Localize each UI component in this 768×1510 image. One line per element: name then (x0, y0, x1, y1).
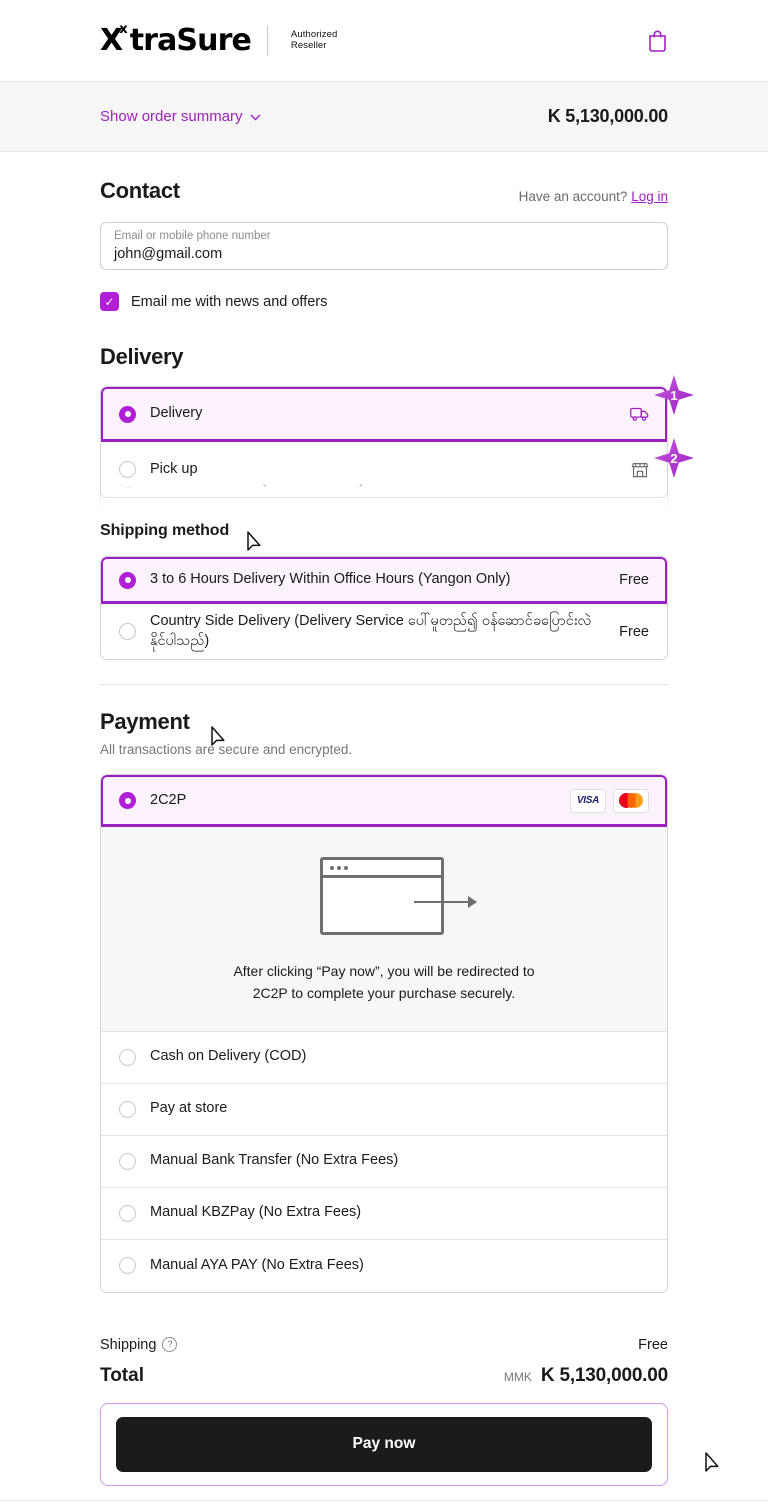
shipping-total-row: Shipping ? Free (100, 1337, 668, 1353)
payment-option-pay-at-store[interactable]: Pay at store (101, 1083, 667, 1136)
payment-option-pay-at-store-label: Pay at store (150, 1100, 228, 1117)
grand-total-label: Total (100, 1364, 144, 1386)
delivery-title: Delivery (100, 344, 184, 369)
shipping-method-title: Shipping method (100, 522, 230, 539)
check-icon: ✓ (104, 294, 115, 309)
card-brand-list: VISA (570, 788, 649, 813)
checkout-page: Xx traSure Authorized Reseller Show order… (0, 0, 768, 1510)
arrow-right-icon (414, 896, 477, 909)
brand-superscript: x (119, 21, 127, 37)
section-divider (100, 684, 668, 686)
order-summary-bar: Show order summary K 5,130,000.00 (0, 82, 768, 152)
site-header: Xx traSure Authorized Reseller (0, 0, 768, 82)
shipping-options-group: 3 to 6 Hours Delivery Within Office Hour… (100, 556, 668, 661)
radio-payment-bank-transfer[interactable] (119, 1152, 136, 1170)
payment-option-kbzpay-label: Manual KBZPay (No Extra Fees) (150, 1204, 362, 1221)
payment-option-bank-transfer[interactable]: Manual Bank Transfer (No Extra Fees) (101, 1135, 667, 1188)
bottom-divider (0, 1500, 768, 1501)
radio-payment-cod[interactable] (119, 1048, 136, 1066)
browser-redirect-illustration (320, 857, 477, 936)
redirect-info-panel: After clicking “Pay now”, you will be re… (101, 827, 667, 1032)
checkout-main: Contact Have an account? Log in Email or… (0, 178, 768, 1486)
radio-shipping-countryside[interactable] (119, 623, 136, 641)
chevron-down-icon (250, 112, 261, 124)
payment-option-2c2p-label: 2C2P (150, 791, 187, 808)
storefront-icon (631, 462, 649, 478)
contact-title: Contact (100, 178, 180, 203)
delivery-option-delivery[interactable]: Delivery (101, 387, 667, 442)
radio-shipping-express[interactable] (119, 571, 136, 589)
account-prompt-text: Have an account? (518, 189, 628, 204)
authorized-line-1: Authorized (290, 28, 338, 40)
show-order-summary-label: Show order summary (100, 108, 243, 125)
apple-authorized-reseller: Authorized Reseller (284, 28, 338, 52)
pay-now-button[interactable]: Pay now (116, 1416, 652, 1472)
order-totals: Shipping ? Free Total MMK K 5,130,000.00 (100, 1337, 668, 1387)
account-prompt: Have an account? Log in (519, 189, 668, 204)
shipping-option-express-label: 3 to 6 Hours Delivery Within Office Hour… (150, 571, 511, 588)
shipping-method-section: Shipping method 3 to 6 Hours Delivery Wi… (100, 512, 668, 661)
annotation-badge-1-number: 1 (670, 387, 678, 403)
newsletter-checkbox-row[interactable]: ✓ Email me with news and offers (100, 292, 668, 311)
help-icon[interactable]: ? (162, 1337, 178, 1352)
payment-option-cod[interactable]: Cash on Delivery (COD) (101, 1031, 667, 1084)
payment-option-2c2p[interactable]: 2C2P VISA (101, 775, 667, 828)
show-order-summary-toggle[interactable]: Show order summary (100, 108, 261, 125)
payment-option-ayapay[interactable]: Manual AYA PAY (No Extra Fees) (101, 1239, 667, 1292)
radio-payment-pay-at-store[interactable] (119, 1100, 136, 1118)
mastercard-icon (613, 788, 649, 813)
payment-option-ayapay-label: Manual AYA PAY (No Extra Fees) (150, 1256, 364, 1273)
annotation-badge-2-number: 2 (670, 450, 678, 466)
email-field-label: Email or mobile phone number (114, 230, 271, 242)
redirect-line-1: After clicking “Pay now”, you will be re… (233, 963, 535, 980)
brand-rest: traSure (129, 22, 252, 58)
shipping-option-countryside-price: Free (619, 623, 649, 640)
brand-logo[interactable]: Xx traSure Authorized Reseller (100, 21, 338, 58)
radio-payment-kbzpay[interactable] (119, 1204, 136, 1222)
email-field[interactable]: Email or mobile phone number john@gmail.… (100, 222, 668, 270)
truck-icon (630, 407, 649, 422)
email-field-value: john@gmail.com (114, 245, 223, 262)
shipping-total-value: Free (638, 1336, 668, 1353)
grand-total-row: Total MMK K 5,130,000.00 (100, 1365, 668, 1387)
delivery-options-group: Delivery Pick up (100, 386, 668, 498)
radio-pickup[interactable] (119, 461, 136, 478)
redirect-text: After clicking “Pay now”, you will be re… (125, 961, 643, 1004)
pay-now-highlight-box: Pay now (100, 1402, 668, 1486)
contact-header: Contact Have an account? Log in (100, 178, 668, 204)
shipping-option-countryside-label: Country Side Delivery (Delivery Service … (150, 613, 592, 649)
shipping-option-countryside[interactable]: Country Side Delivery (Delivery Service … (101, 604, 667, 660)
shipping-total-label: Shipping (100, 1336, 157, 1353)
radio-payment-ayapay[interactable] (119, 1257, 136, 1274)
order-summary-total: K 5,130,000.00 (547, 106, 669, 126)
brand-divider (266, 25, 268, 56)
shipping-option-express[interactable]: 3 to 6 Hours Delivery Within Office Hour… (101, 557, 667, 604)
newsletter-checkbox[interactable]: ✓ (100, 292, 119, 311)
payment-options-group: 2C2P VISA After clicking “Pay now”, you … (100, 774, 668, 1293)
grand-total-value: K 5,130,000.00 (540, 1364, 668, 1386)
visa-icon: VISA (570, 788, 606, 813)
authorized-line-2: Reseller (290, 39, 327, 51)
payment-title: Payment (100, 709, 190, 735)
radio-delivery[interactable] (119, 405, 136, 423)
delivery-option-pickup-label: Pick up (150, 460, 198, 477)
delivery-option-delivery-label: Delivery (150, 405, 203, 422)
shopping-bag-icon[interactable] (647, 29, 668, 52)
delivery-option-pickup[interactable]: Pick up (101, 442, 667, 497)
payment-option-kbzpay[interactable]: Manual KBZPay (No Extra Fees) (101, 1187, 667, 1240)
xtrasure-wordmark: Xx traSure (100, 21, 252, 58)
currency-code: MMK (503, 1369, 532, 1384)
redirect-line-2: 2C2P to complete your purchase securely. (252, 984, 516, 1001)
visa-label: VISA (576, 795, 600, 807)
payment-option-cod-label: Cash on Delivery (COD) (150, 1048, 307, 1065)
payment-note: All transactions are secure and encrypte… (100, 742, 353, 758)
payment-option-bank-transfer-label: Manual Bank Transfer (No Extra Fees) (150, 1152, 399, 1169)
newsletter-label: Email me with news and offers (131, 293, 328, 310)
radio-payment-2c2p[interactable] (119, 792, 136, 810)
shipping-option-express-price: Free (619, 572, 649, 588)
login-link[interactable]: Log in (631, 189, 668, 204)
